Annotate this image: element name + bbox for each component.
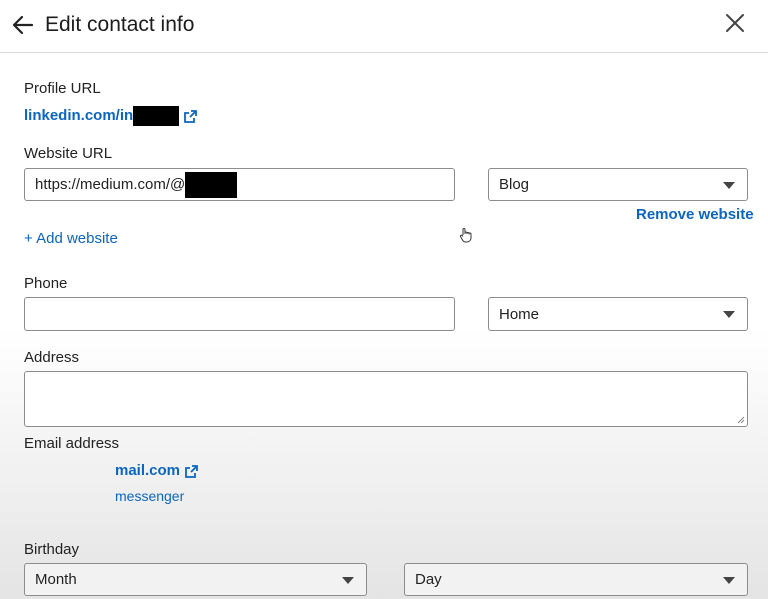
email-value: mail.com xyxy=(115,462,181,479)
chevron-down-icon xyxy=(342,576,354,584)
resize-handle-icon[interactable] xyxy=(737,416,745,424)
chevron-down-icon xyxy=(723,311,735,318)
phone-type-value: Home xyxy=(499,305,540,323)
website-url-value: https://medium.com/@ xyxy=(35,176,186,193)
chevron-down-icon xyxy=(723,576,735,584)
close-icon[interactable] xyxy=(724,12,746,34)
website-url-input[interactable]: https://medium.com/@ xyxy=(24,168,455,201)
profile-url-link[interactable]: linkedin.com/in xyxy=(24,106,198,126)
external-link-icon xyxy=(185,464,198,478)
add-website-button[interactable]: + Add website xyxy=(24,230,118,247)
birthday-month-select[interactable]: Month xyxy=(24,563,367,596)
chevron-down-icon xyxy=(723,181,735,189)
phone-input[interactable] xyxy=(24,297,455,331)
profile-url-text: linkedin.com/in xyxy=(24,106,134,124)
redacted-block xyxy=(133,106,180,126)
redacted-block xyxy=(185,171,238,198)
hand-cursor-icon xyxy=(459,228,472,243)
external-link-icon xyxy=(184,109,198,123)
website-url-label: Website URL xyxy=(24,145,113,162)
remove-website-button[interactable]: Remove website xyxy=(636,206,754,223)
website-type-select[interactable]: Blog xyxy=(488,168,748,201)
profile-url-label: Profile URL xyxy=(24,80,101,97)
address-label: Address xyxy=(24,349,80,366)
website-type-value: Blog xyxy=(499,176,530,193)
back-arrow-icon[interactable] xyxy=(10,12,36,38)
email-label: Email address xyxy=(24,435,120,452)
address-textarea[interactable] xyxy=(24,371,748,427)
modal-header: Edit contact info xyxy=(0,0,768,53)
birthday-day-select[interactable]: Day xyxy=(404,563,748,596)
phone-type-select[interactable]: Home xyxy=(488,297,748,331)
phone-label: Phone xyxy=(24,275,68,292)
messenger-link[interactable]: messenger xyxy=(115,488,184,504)
email-link[interactable]: mail.com xyxy=(115,462,198,479)
birthday-month-value: Month xyxy=(35,571,77,588)
birthday-label: Birthday xyxy=(24,541,80,558)
page-title: Edit contact info xyxy=(45,13,195,36)
birthday-day-value: Day xyxy=(415,571,442,588)
